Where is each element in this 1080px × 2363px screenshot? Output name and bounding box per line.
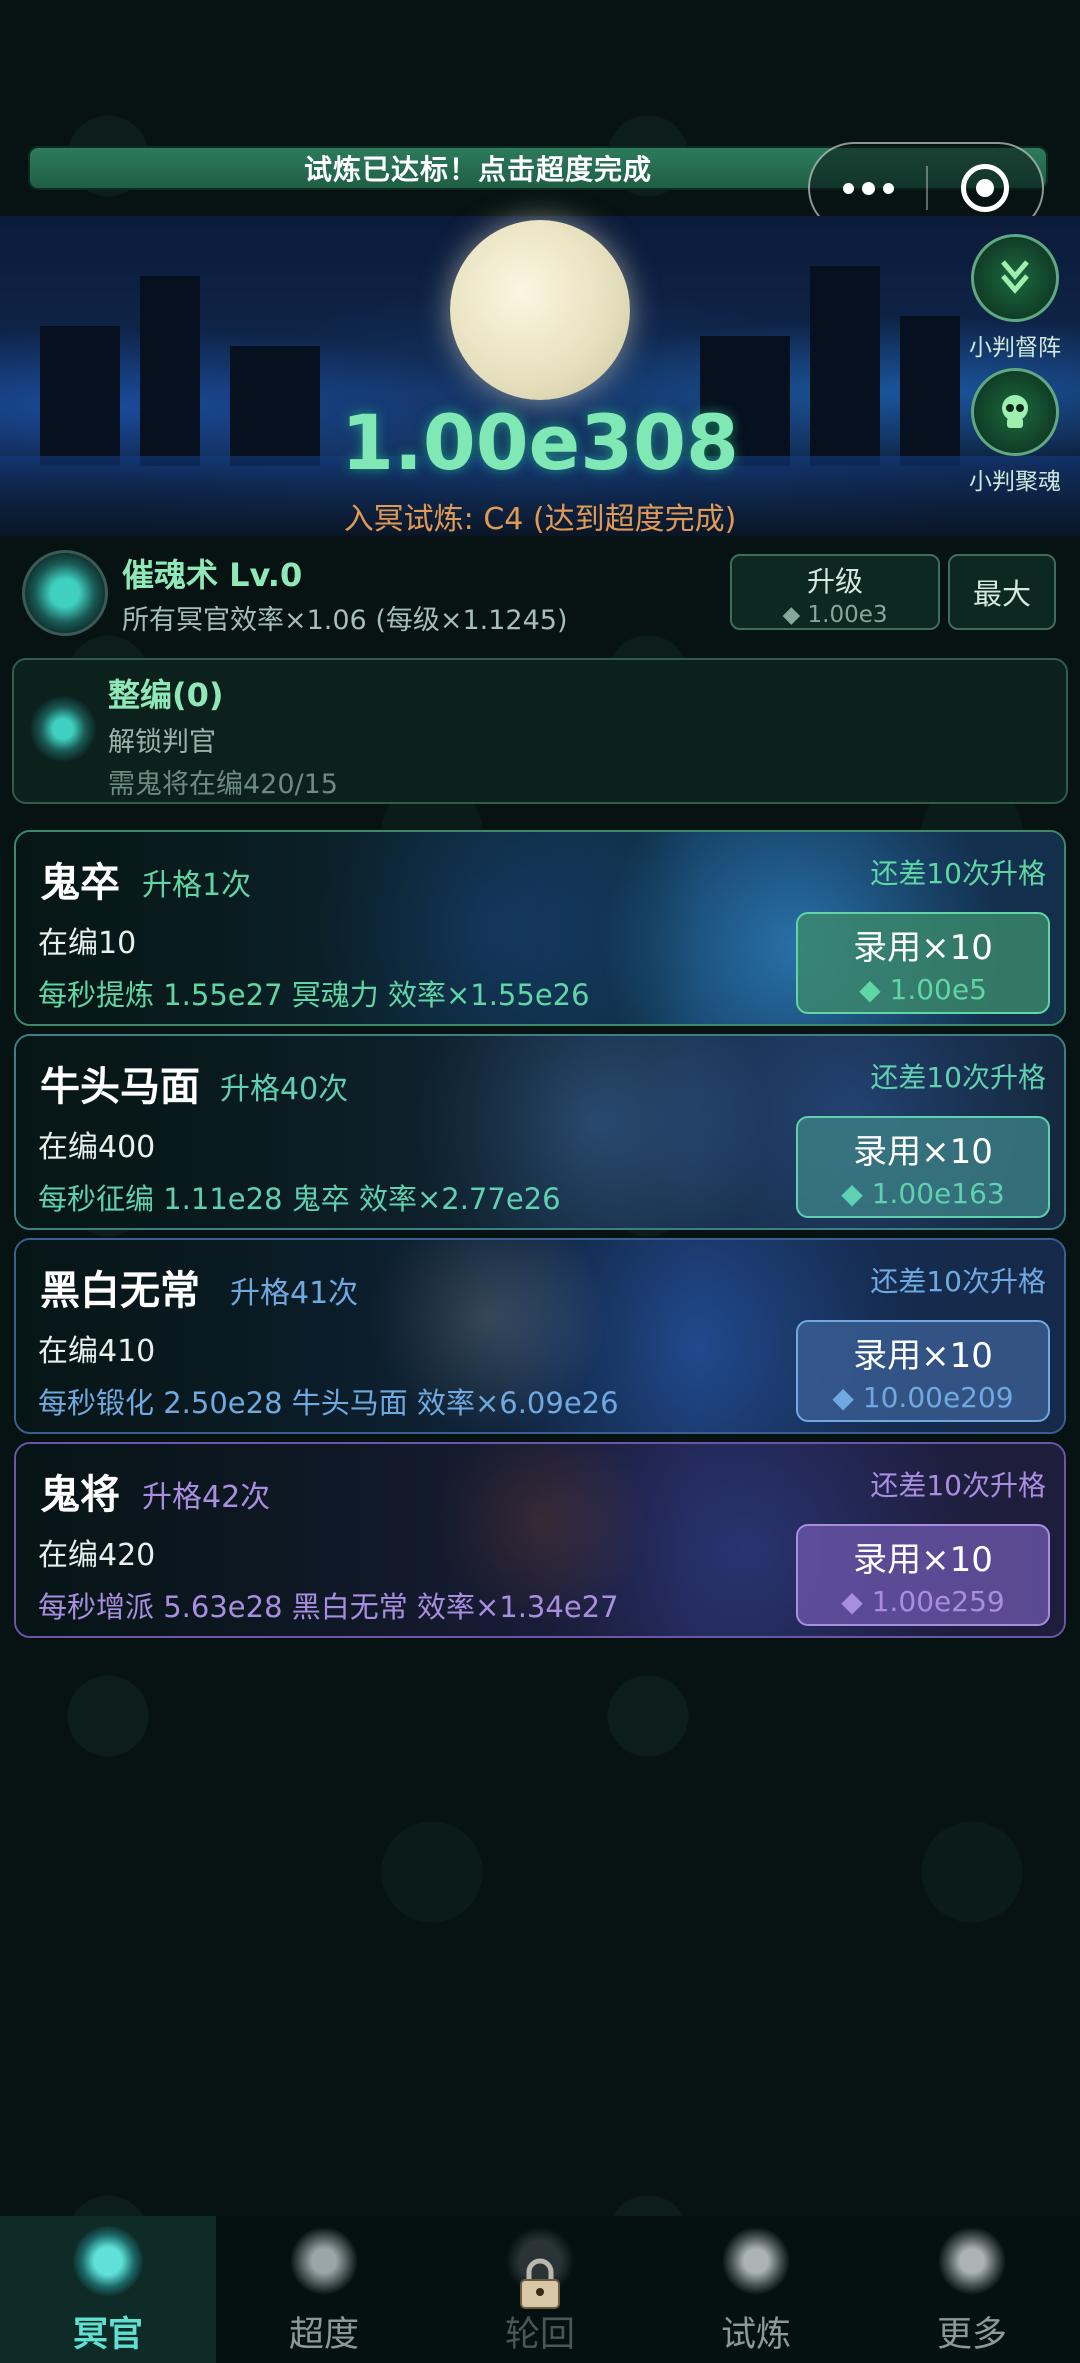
skill-max-button[interactable]: 最大: [948, 554, 1056, 630]
unit-name: 鬼卒: [40, 860, 120, 906]
recruit-cost: ◆ 10.00e209: [832, 1381, 1014, 1414]
unit-card-ox-horse: 牛头马面 升格40次 还差10次升格 在编400 每秒征编 1.11e28 鬼卒…: [14, 1034, 1066, 1230]
unit-upgrades: 升格40次: [220, 1072, 349, 1107]
unit-upgrade-requirement: 还差10次升格: [870, 1265, 1046, 1298]
tab-reincarnation[interactable]: 轮回: [432, 2216, 648, 2363]
unit-name: 鬼将: [40, 1472, 120, 1518]
unit-count: 在编420: [38, 1538, 156, 1573]
unit-upgrade-requirement: 还差10次升格: [870, 857, 1046, 890]
unit-production: 每秒提炼 1.55e27 冥魂力 效率×1.55e26: [38, 978, 590, 1012]
bottom-nav: 冥官 超度 轮回 试炼 更多: [0, 2216, 1080, 2363]
tab-label: 更多: [936, 2315, 1007, 2355]
formation-icon: [971, 234, 1059, 322]
formation-unlock-text: 解锁判官: [108, 727, 216, 758]
recruit-cost: ◆ 1.00e5: [859, 973, 987, 1006]
recruit-cost: ◆ 1.00e163: [841, 1177, 1005, 1210]
trial-status: 入冥试炼: C4 (达到超度完成): [343, 502, 737, 537]
unit-production: 每秒锻化 2.50e28 牛头马面 效率×6.09e26: [38, 1386, 619, 1420]
tab-label: 轮回: [504, 2315, 575, 2355]
recruit-label: 录用×10: [853, 928, 993, 968]
recruit-label: 录用×10: [853, 1540, 993, 1580]
formation-requirement: 需鬼将在编420/15: [108, 769, 338, 800]
unit-count: 在编400: [38, 1130, 156, 1165]
skill-upgrade-button[interactable]: 升级 ◆ 1.00e3: [730, 554, 940, 630]
tab-trial[interactable]: 试炼: [648, 2216, 864, 2363]
recruit-label: 录用×10: [853, 1132, 993, 1172]
unit-upgrades: 升格42次: [142, 1480, 271, 1515]
tab-officials[interactable]: 冥官: [0, 2216, 216, 2363]
unit-card-ghost-soldier: 鬼卒 升格1次 还差10次升格 在编10 每秒提炼 1.55e27 冥魂力 效率…: [14, 830, 1066, 1026]
tab-label: 冥官: [72, 2315, 143, 2355]
unit-card-ghost-general: 鬼将 升格42次 还差10次升格 在编420 每秒增派 5.63e28 黑白无常…: [14, 1442, 1066, 1638]
upgrade-label: 升级: [806, 565, 863, 598]
unit-count: 在编410: [38, 1334, 156, 1369]
skill-row: 催魂术 Lv.0 所有冥官效率×1.06 (每级×1.1245) 升级 ◆ 1.…: [22, 550, 1058, 640]
side-button-gather[interactable]: 小判聚魂: [969, 368, 1061, 496]
tab-label: 试炼: [720, 2315, 791, 2355]
tab-label: 超度: [288, 2315, 359, 2355]
formation-card-icon: [30, 696, 96, 762]
unit-production: 每秒征编 1.11e28 鬼卒 效率×2.77e26: [38, 1182, 561, 1216]
unit-card-black-white-impermanence: 黑白无常 升格41次 还差10次升格 在编410 每秒锻化 2.50e28 牛头…: [14, 1238, 1066, 1434]
unit-name: 牛头马面: [40, 1064, 200, 1110]
formation-title: 整编(0): [108, 676, 224, 714]
side-button-formation[interactable]: 小判督阵: [969, 234, 1061, 362]
recruit-button[interactable]: 录用×10 ◆ 1.00e163: [796, 1116, 1050, 1218]
unit-upgrades: 升格1次: [142, 868, 252, 903]
spade-emblem-icon: [937, 2226, 1007, 2296]
banner-text: 试炼已达标！点击超度完成: [303, 153, 652, 186]
side-button-label: 小判聚魂: [969, 469, 1061, 495]
soul-power-total: 1.00e308: [341, 398, 739, 487]
unit-upgrade-requirement: 还差10次升格: [870, 1469, 1046, 1502]
unit-upgrade-requirement: 还差10次升格: [870, 1061, 1046, 1094]
skill-title: 催魂术 Lv.0: [122, 556, 303, 594]
skull-crest-icon: [73, 2226, 143, 2296]
skull-icon: [971, 368, 1059, 456]
recruit-button[interactable]: 录用×10 ◆ 10.00e209: [796, 1320, 1050, 1422]
upgrade-cost: ◆ 1.00e3: [782, 602, 888, 628]
recruit-cost: ◆ 1.00e259: [841, 1585, 1005, 1618]
recruit-button[interactable]: 录用×10 ◆ 1.00e5: [796, 912, 1050, 1014]
unit-count: 在编10: [38, 926, 137, 961]
demon-mask-icon: [289, 2226, 359, 2296]
flame-emblem-icon: [721, 2226, 791, 2296]
recruit-label: 录用×10: [853, 1336, 993, 1376]
unit-name: 黑白无常: [40, 1268, 200, 1314]
soul-skill-icon: [22, 550, 108, 636]
recruit-button[interactable]: 录用×10 ◆ 1.00e259: [796, 1524, 1050, 1626]
formation-card[interactable]: 整编(0) 解锁判官 需鬼将在编420/15: [12, 658, 1068, 804]
moon-orb[interactable]: [450, 220, 630, 400]
side-button-label: 小判督阵: [969, 335, 1061, 361]
lock-icon: [520, 2258, 560, 2309]
tab-salvation[interactable]: 超度: [216, 2216, 432, 2363]
unit-upgrades: 升格41次: [230, 1276, 359, 1311]
unit-production: 每秒增派 5.63e28 黑白无常 效率×1.34e27: [38, 1590, 619, 1624]
tab-more[interactable]: 更多: [864, 2216, 1080, 2363]
skill-description: 所有冥官效率×1.06 (每级×1.1245): [122, 605, 568, 636]
